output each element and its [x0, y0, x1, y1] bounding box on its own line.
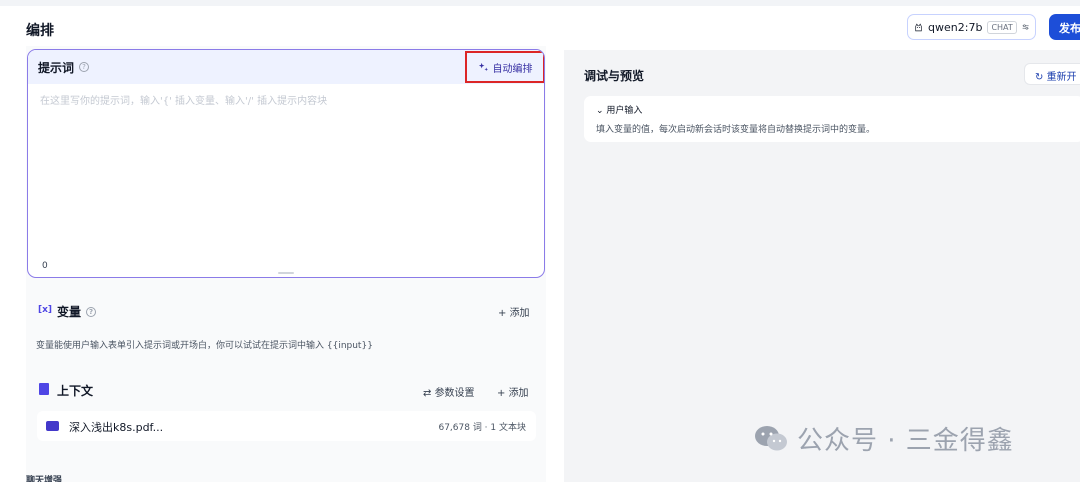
auto-compose-label: 自动编排	[492, 63, 533, 75]
prompt-editor-card: 提示词 ? 自动编排 在这里写你的提示词，输入'{' 插入变量、输入'/' 插入…	[27, 49, 545, 278]
page-title: 编排	[26, 23, 54, 39]
user-input-description: 填入变量的值，每次启动新会话时该变量将自动替换提示词中的变量。	[596, 125, 876, 135]
resize-handle[interactable]	[278, 272, 294, 274]
top-bar	[0, 0, 1080, 6]
debug-title: 调试与预览	[584, 69, 645, 83]
prompt-input[interactable]: 在这里写你的提示词，输入'{' 插入变量、输入'/' 插入提示内容块	[40, 92, 327, 107]
context-section: 上下文 ⇄ 参数设置 + 添加 深入浅出k8s.pdf... 67,678 词 …	[27, 372, 545, 472]
chat-enhance-label: 聊天增强	[26, 476, 63, 482]
add-context-button[interactable]: + 添加	[497, 384, 529, 399]
model-selector[interactable]: qwen2:7b CHAT	[907, 14, 1036, 40]
variables-description: 变量能使用户输入表单引入提示词或开场白，你可以试试在提示词中输入 {{input…	[36, 341, 373, 351]
restart-button[interactable]: ↻ 重新开	[1024, 63, 1080, 85]
chevron-down-icon: ⌄	[596, 106, 607, 116]
user-input-card: ⌄ 用户输入 填入变量的值，每次启动新会话时该变量将自动替换提示词中的变量。	[584, 96, 1080, 142]
prompt-label: 提示词	[38, 60, 75, 75]
file-name: 深入浅出k8s.pdf...	[69, 421, 164, 434]
watermark-text: 公众号 · 三金得鑫	[797, 426, 1014, 456]
user-input-label[interactable]: ⌄ 用户输入	[596, 103, 642, 116]
char-count: 0	[42, 261, 48, 271]
refresh-icon: ↻	[1035, 72, 1047, 83]
file-meta: 67,678 词 · 1 文本块	[438, 423, 526, 433]
folder-icon	[46, 421, 59, 431]
debug-preview-panel: 调试与预览 ↻ 重新开 ⌄ 用户输入 填入变量的值，每次启动新会话时该变量将自动…	[564, 50, 1080, 482]
settings-icon: ⇄	[423, 388, 435, 399]
sliders-icon[interactable]	[1022, 21, 1029, 33]
variables-title-text: 变量	[57, 305, 82, 319]
publish-button[interactable]: 发布	[1049, 14, 1080, 40]
sparkle-icon	[478, 62, 488, 71]
context-title: 上下文	[57, 384, 94, 398]
wechat-icon	[755, 425, 787, 450]
watermark: 公众号 · 三金得鑫	[753, 420, 1014, 457]
model-type-badge: CHAT	[987, 20, 1017, 34]
help-icon[interactable]: ?	[86, 306, 97, 317]
auto-compose-button[interactable]: 自动编排	[465, 51, 544, 83]
plus-icon: +	[497, 388, 509, 399]
variables-title: 变量 ?	[57, 303, 97, 320]
prompt-header: 提示词 ? 自动编排	[28, 50, 544, 84]
plus-icon: +	[498, 308, 510, 319]
variables-section: [x] 变量 ? + 添加 变量能使用户输入表单引入提示词或开场白，你可以试试在…	[27, 290, 545, 362]
add-variable-button[interactable]: + 添加	[498, 304, 530, 319]
model-avatar-icon	[915, 22, 922, 31]
param-settings-button[interactable]: ⇄ 参数设置	[423, 384, 475, 399]
document-icon	[39, 383, 49, 395]
variable-icon: [x]	[38, 305, 53, 315]
help-icon[interactable]: ?	[79, 62, 90, 72]
model-name: qwen2:7b	[928, 20, 983, 34]
context-file-row[interactable]: 深入浅出k8s.pdf... 67,678 词 · 1 文本块	[37, 411, 536, 441]
